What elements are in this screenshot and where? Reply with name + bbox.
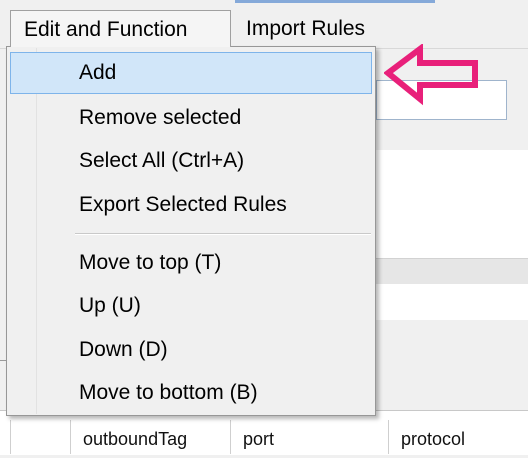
menu-item-up[interactable]: Up (U)	[10, 285, 372, 327]
column-header-port[interactable]: port	[230, 420, 388, 454]
menu-separator	[75, 233, 371, 235]
menu-item-remove-selected[interactable]: Remove selected	[10, 97, 372, 139]
column-header-outboundtag[interactable]: outboundTag	[70, 420, 230, 454]
annotation-arrow	[383, 43, 480, 106]
arrow-left-icon	[383, 43, 478, 106]
menu-item-select-all[interactable]: Select All (Ctrl+A)	[10, 140, 372, 182]
panel-divider	[376, 258, 528, 285]
menu-item-down[interactable]: Down (D)	[10, 329, 372, 371]
content-area-lower	[376, 284, 528, 320]
content-area	[376, 150, 528, 260]
column-header-protocol[interactable]: protocol	[388, 420, 528, 454]
menu-item-move-to-bottom[interactable]: Move to bottom (B)	[10, 372, 372, 414]
menu-item-move-to-top[interactable]: Move to top (T)	[10, 242, 372, 284]
menu-import-rules[interactable]: Import Rules	[233, 10, 378, 47]
rules-table-header: outboundTag port protocol	[10, 420, 528, 454]
window-top-accent	[235, 0, 435, 3]
menu-edit-and-function[interactable]: Edit and Function	[10, 10, 231, 47]
menu-item-export-selected-rules[interactable]: Export Selected Rules	[10, 184, 372, 226]
edit-function-dropdown: Add Remove selected Select All (Ctrl+A) …	[6, 46, 376, 416]
menu-item-add[interactable]: Add	[10, 52, 372, 94]
column-header-blank[interactable]	[10, 420, 70, 454]
